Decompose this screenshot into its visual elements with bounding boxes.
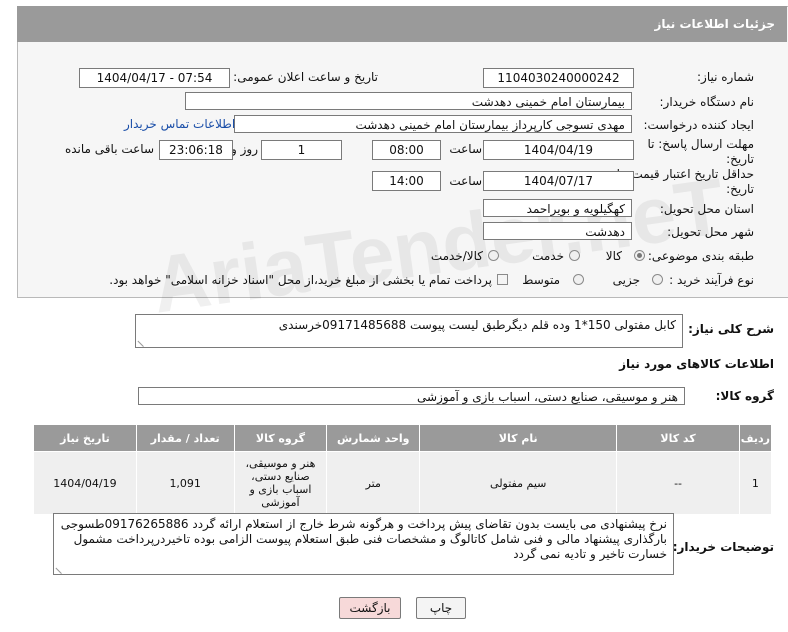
payment-note: پرداخت تمام یا بخشی از مبلغ خرید،از محل …	[109, 273, 492, 287]
cell-row: 1	[738, 451, 773, 515]
validity-time-field: 14:00	[372, 171, 441, 191]
buyer-notes-label: توضیحات خریدار:	[672, 540, 774, 554]
treasury-payment-checkbox[interactable]	[497, 274, 508, 285]
cell-name: سیم مفتولی	[419, 451, 618, 515]
category-service-radio[interactable]	[569, 250, 580, 261]
requester-field: مهدی تسوجی کارپرداز بیمارستان امام خمینی…	[234, 115, 632, 133]
col-unit: واحد شمارش	[326, 424, 421, 452]
province-label: استان محل تحویل:	[659, 202, 754, 216]
cell-group: هنر و موسیقی، صنایع دستی، اسباب بازی و آ…	[233, 451, 328, 515]
days-label: روز و	[231, 142, 258, 156]
deadline-label: مهلت ارسال پاسخ: تا تاریخ:	[647, 137, 754, 166]
deadline-time-label: ساعت	[449, 142, 482, 156]
category-both-radio[interactable]	[488, 250, 499, 261]
buyer-contact-link[interactable]: اطلاعات تماس خریدار	[124, 117, 235, 131]
cell-code: --	[616, 451, 740, 515]
announce-date-field: 1404/04/17 - 07:54	[79, 68, 230, 88]
summary-text: کابل مفتولی 150*1 وده قلم دیگرطبق لیست پ…	[135, 314, 683, 348]
group-label: گروه کالا:	[715, 389, 774, 403]
remaining-label: ساعت باقی مانده	[64, 142, 154, 156]
buyer-org-label: نام دستگاه خریدار:	[659, 95, 755, 109]
purchase-minor-radio[interactable]	[652, 274, 663, 285]
province-field: کهگیلویه و بویراحمد	[483, 199, 632, 217]
items-table: ردیف کد کالا نام کالا واحد شمارش گروه کا…	[33, 424, 773, 515]
category-service-label: خدمت	[532, 249, 564, 263]
panel-title: جزئیات اطلاعات نیاز	[654, 17, 775, 31]
validity-time-label: ساعت	[449, 174, 482, 188]
group-field: هنر و موسیقی، صنایع دستی، اسباب بازی و آ…	[138, 387, 685, 405]
announce-date-label: تاریخ و ساعت اعلان عمومی:	[233, 70, 378, 84]
table-row: 1 -- سیم مفتولی متر هنر و موسیقی، صنایع …	[33, 451, 773, 515]
category-both-label: کالا/خدمت	[430, 249, 483, 263]
buyer-notes-text: نرخ پیشنهادی می بایست بدون تقاضای پیش پر…	[53, 513, 674, 575]
col-date: تاریخ نیاز	[33, 424, 137, 452]
col-code: کد کالا	[616, 424, 740, 452]
category-label: طبقه بندی موضوعی:	[647, 249, 754, 263]
back-button[interactable]: بازگشت	[339, 597, 401, 619]
cell-date: 1404/04/19	[33, 451, 137, 515]
purchase-minor-label: جزیی	[612, 273, 640, 287]
requester-label: ایجاد کننده درخواست:	[643, 118, 754, 132]
col-name: نام کالا	[419, 424, 618, 452]
panel-header: جزئیات اطلاعات نیاز	[17, 6, 787, 42]
remaining-time-field: 23:06:18	[159, 140, 233, 160]
buyer-notes-content: نرخ پیشنهادی می بایست بدون تقاضای پیش پر…	[60, 517, 667, 561]
city-field: دهدشت	[483, 222, 632, 240]
print-button[interactable]: چاپ	[416, 597, 466, 619]
resize-handle-icon[interactable]	[137, 334, 150, 348]
validity-date-field: 1404/07/17	[483, 171, 634, 191]
purchase-medium-radio[interactable]	[573, 274, 584, 285]
category-goods-radio[interactable]	[634, 250, 645, 261]
category-goods-label: کالا	[605, 249, 622, 263]
resize-handle-icon[interactable]	[55, 561, 68, 575]
items-section-title: اطلاعات کالاهای مورد نیاز	[619, 357, 774, 371]
purchase-type-label: نوع فرآیند خرید :	[669, 273, 754, 287]
days-field: 1	[261, 140, 342, 160]
city-label: شهر محل تحویل:	[667, 225, 754, 239]
col-quantity: تعداد / مقدار	[135, 424, 235, 452]
cell-quantity: 1,091	[135, 451, 235, 515]
deadline-date-field: 1404/04/19	[483, 140, 634, 160]
buyer-org-field: بیمارستان امام خمینی دهدشت	[185, 92, 632, 110]
summary-text-content: کابل مفتولی 150*1 وده قلم دیگرطبق لیست پ…	[278, 318, 676, 332]
purchase-medium-label: متوسط	[522, 273, 560, 287]
cell-unit: متر	[326, 451, 421, 515]
need-number-label: شماره نیاز:	[697, 70, 754, 84]
col-group: گروه کالا	[233, 424, 328, 452]
col-row: ردیف	[738, 424, 773, 452]
summary-label: شرح کلی نیاز:	[688, 322, 774, 336]
deadline-time-field: 08:00	[372, 140, 441, 160]
need-number-field: 1104030240000242	[483, 68, 634, 88]
